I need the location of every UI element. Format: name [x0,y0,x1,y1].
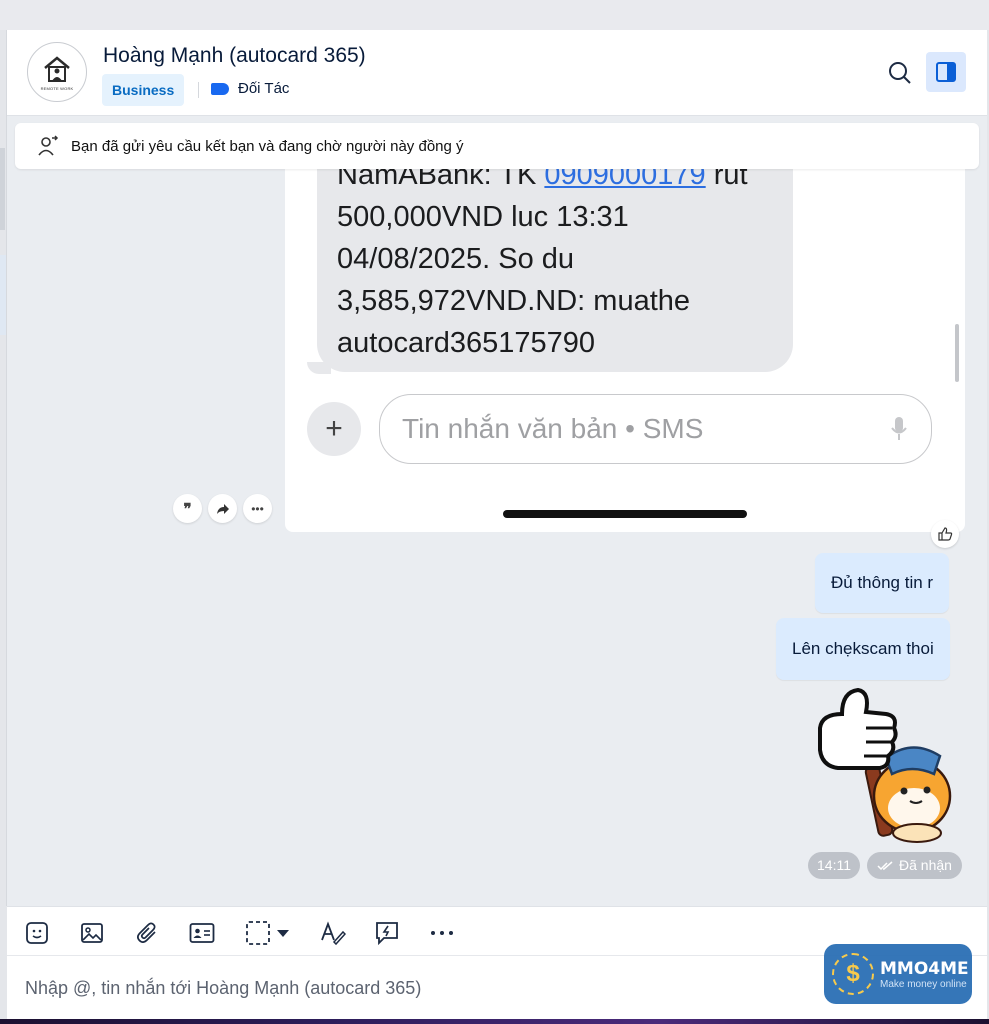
dropdown-icon [277,930,289,937]
microphone-icon [891,417,907,440]
business-badge: Business [102,74,185,106]
watermark-tagline: Make money online [880,978,967,990]
sidebar-toggle-icon [936,62,956,82]
friend-request-notice: Bạn đã gửi yêu cầu kết bạn và đang chờ n… [15,123,979,169]
thumbs-up-cat-sticker[interactable] [812,686,957,846]
sms-body: 500,000VND luc 13:31 04/08/2025. So du 3… [337,201,691,359]
sticker-button[interactable] [23,919,51,947]
quick-message-button[interactable] [373,919,401,947]
image-icon [81,923,103,943]
avatar-caption: REMOTE WORK [40,85,74,91]
more-button[interactable]: ••• [243,494,272,523]
image-button[interactable] [78,919,106,947]
double-check-icon [877,860,893,870]
notice-text: Bạn đã gửi yêu cầu kết bạn và đang chờ n… [71,137,464,155]
message-area[interactable]: Bạn đã gửi yêu cầu kết bạn và đang chờ n… [7,116,987,906]
more-options-button[interactable] [428,919,456,947]
add-friend-icon [38,135,59,156]
quote-icon: ❞ [183,500,192,518]
share-button[interactable] [208,494,237,523]
left-panel-edge [0,30,7,906]
sticker-icon [26,922,48,944]
share-icon [216,503,229,514]
tag-text: Đối Tác [238,80,290,97]
image-message[interactable]: NamABank: TK 0909000179 rut 500,000VND l… [285,156,965,532]
like-button[interactable] [931,520,959,548]
page-title[interactable]: Hoàng Mạnh (autocard 365) [103,44,366,68]
search-icon [889,62,911,84]
screenshot-dropdown[interactable] [273,919,293,947]
message-input[interactable]: Nhập @, tin nhắn tới Hoàng Mạnh (autocar… [25,978,421,999]
quote-button[interactable]: ❞ [173,494,202,523]
watermark-logo: $ MMO4ME Make money online [824,944,972,1004]
sms-input-preview: Tin nhắn văn bản • SMS [379,394,932,464]
contact-card-button[interactable] [188,919,216,947]
more-icon: ••• [251,501,264,516]
format-text-icon [321,921,346,946]
home-indicator [503,510,747,518]
format-text-button[interactable] [319,919,347,947]
delivery-status-text: Đã nhận [899,857,952,873]
avatar[interactable]: REMOTE WORK [27,42,87,102]
sms-bubble: NamABank: TK 0909000179 rut 500,000VND l… [317,156,793,372]
my-message-2[interactable]: Lên chẹkscam thoi [776,618,950,680]
attachment-icon [137,922,156,943]
screenshot-button[interactable] [244,919,272,947]
sidebar-toggle-button[interactable] [926,52,966,92]
attachment-button[interactable] [133,919,161,947]
divider [198,82,199,98]
screenshot-icon [246,921,270,945]
dollar-coin-icon: $ [832,953,874,995]
delivery-status: Đã nhận [867,852,962,879]
watermark-name: MMO4ME [880,958,969,979]
chat-header: REMOTE WORK Hoàng Mạnh (autocard 365) Bu… [7,30,987,116]
contact-card-icon [189,923,215,943]
plus-icon: + [307,402,361,456]
more-options-icon [431,931,453,935]
message-actions: ❞ ••• [173,494,272,523]
scroll-thumb [955,324,959,382]
search-button[interactable] [885,58,915,88]
window-top-strip [0,0,989,30]
house-logo-icon [44,55,70,82]
taskbar-edge [0,1019,989,1024]
quick-message-icon [376,922,398,946]
sms-input-placeholder: Tin nhắn văn bản • SMS [402,413,704,444]
sms-bubble-tail [307,362,331,374]
tag-icon [211,82,229,95]
message-time: 14:11 [808,852,860,879]
like-icon [938,527,953,541]
my-message-1[interactable]: Đủ thông tin r [815,553,950,613]
tag-label[interactable]: Đối Tác [211,80,289,97]
